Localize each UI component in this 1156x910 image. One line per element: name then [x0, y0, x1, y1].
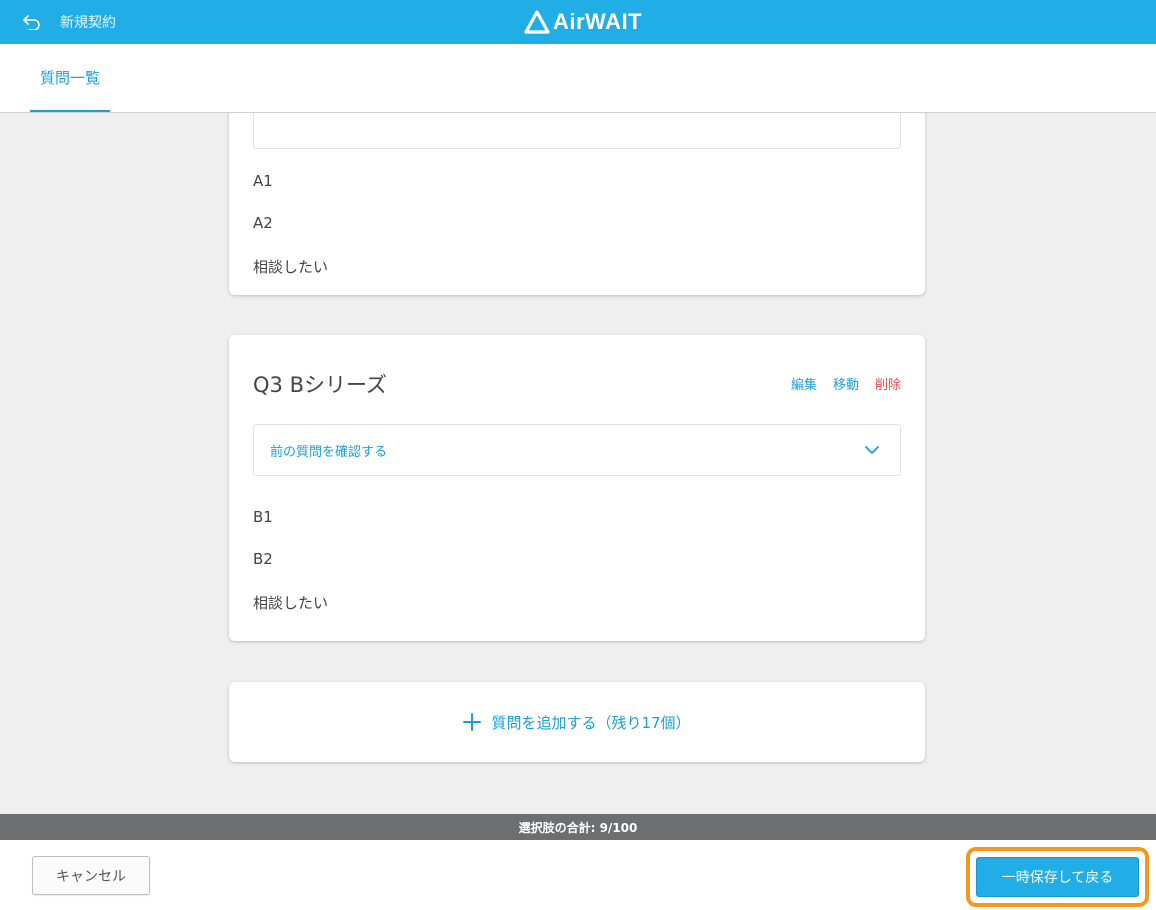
- prev-question-label: 前の質問を確認する: [270, 444, 388, 460]
- back-label: 新規契約: [60, 15, 116, 31]
- option-item: 相談したい: [253, 258, 329, 276]
- option-item: B1: [253, 508, 273, 526]
- question-card: Q3 Bシリーズ 編集 移動 削除 前の質問を確認する B1 B2 相談したい: [229, 335, 925, 641]
- plus-icon: [463, 713, 482, 731]
- options-summary: 選択肢の合計: 9/100: [0, 814, 1156, 840]
- logo-text: AirWAIT: [553, 9, 643, 34]
- option-item: B2: [253, 550, 273, 568]
- option-item: A2: [253, 214, 273, 232]
- question-card: A1 A2 相談したい: [229, 113, 925, 295]
- footer-bar: キャンセル 一時保存して戻る: [0, 840, 1156, 910]
- add-question-label: 質問を追加する（残り17個）: [491, 713, 691, 732]
- move-link[interactable]: 移動: [833, 374, 859, 393]
- question-list[interactable]: A1 A2 相談したい Q3 Bシリーズ 編集 移動 削除 前の質問を確認する …: [0, 113, 1156, 814]
- cancel-button[interactable]: キャンセル: [32, 856, 150, 895]
- tab-question-list[interactable]: 質問一覧: [30, 44, 110, 112]
- option-item: A1: [253, 172, 273, 190]
- tab-bar: 質問一覧: [0, 44, 1156, 113]
- question-title: Q3 Bシリーズ: [253, 373, 387, 397]
- airwait-triangle-icon: [524, 10, 550, 34]
- back-arrow-icon: [23, 15, 40, 30]
- app-header: 新規契約 AirWAIT: [0, 0, 1156, 44]
- add-question-button[interactable]: 質問を追加する（残り17個）: [229, 682, 925, 762]
- back-button[interactable]: 新規契約: [22, 0, 116, 44]
- prev-question-toggle[interactable]: 前の質問を確認する: [253, 424, 901, 476]
- chevron-down-icon: [865, 446, 879, 454]
- delete-link[interactable]: 削除: [875, 374, 901, 393]
- app-logo: AirWAIT: [524, 8, 642, 36]
- save-highlight: 一時保存して戻る: [966, 847, 1149, 907]
- edit-link[interactable]: 編集: [791, 374, 817, 393]
- option-item: 相談したい: [253, 594, 329, 612]
- add-question-card: 質問を追加する（残り17個）: [229, 682, 925, 762]
- prev-question-box[interactable]: [253, 113, 901, 149]
- question-actions: 編集 移動 削除: [791, 374, 901, 393]
- save-and-return-button[interactable]: 一時保存して戻る: [976, 857, 1139, 897]
